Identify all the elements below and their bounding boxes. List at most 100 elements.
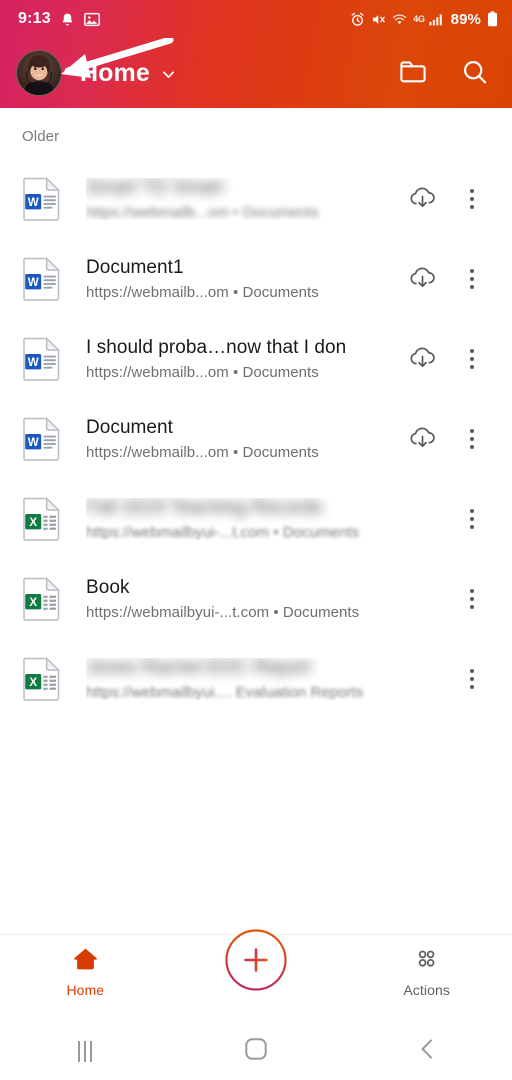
android-navigation-bar	[0, 1022, 512, 1080]
more-options-button[interactable]	[450, 497, 494, 541]
more-vertical-icon	[470, 509, 474, 529]
alarm-bell-icon	[60, 12, 75, 27]
bottom-navigation: Home Actions	[0, 927, 512, 1022]
cloud-download-button[interactable]	[400, 337, 444, 381]
app-bar-actions	[398, 58, 490, 88]
file-text-block: Document1 https://webmailb...om • Documen…	[86, 258, 392, 301]
svg-text:W: W	[28, 196, 39, 209]
word-file-icon: W	[22, 257, 62, 301]
more-options-button[interactable]	[450, 177, 494, 221]
more-vertical-icon	[470, 429, 474, 449]
word-file-icon: W	[22, 177, 62, 221]
nav-label-actions: Actions	[403, 982, 450, 998]
svg-text:X: X	[29, 596, 37, 609]
file-title: Document	[86, 417, 173, 438]
file-row[interactable]: W Document1 https://webmailb...om • Docume…	[0, 239, 512, 319]
cloud-download-button[interactable]	[400, 417, 444, 461]
file-subtitle: https://webmailbyui-...t.com • Documents	[86, 604, 360, 621]
more-vertical-icon	[470, 189, 474, 209]
more-options-button[interactable]	[450, 417, 494, 461]
nav-item-actions[interactable]: Actions	[341, 947, 512, 998]
cloud-download-icon	[409, 186, 436, 213]
home-icon	[73, 947, 98, 975]
folder-button[interactable]	[398, 58, 428, 88]
battery-percent-label: 89%	[450, 10, 481, 28]
back-icon	[417, 1038, 437, 1065]
more-vertical-icon	[470, 589, 474, 609]
row-actions	[400, 577, 494, 621]
row-actions	[400, 657, 494, 701]
page-title: Home	[80, 58, 150, 87]
cloud-download-button[interactable]	[400, 177, 444, 221]
mute-icon	[371, 12, 386, 27]
file-subtitle: https://webmailb...om • Documents	[86, 204, 319, 221]
file-subtitle: https://webmailb...om • Documents	[86, 364, 319, 381]
svg-text:X: X	[29, 676, 37, 689]
row-actions	[400, 497, 494, 541]
section-header-older: Older	[22, 128, 60, 145]
more-options-button[interactable]	[450, 657, 494, 701]
status-bar: 9:13 4G 89%	[0, 0, 512, 38]
cloud-download-icon	[409, 426, 436, 453]
file-row[interactable]: W I should proba…now that I don https://we…	[0, 319, 512, 399]
word-file-icon: W	[22, 417, 62, 461]
file-text-block: Document https://webmailb...om • Document…	[86, 418, 392, 461]
row-actions	[400, 337, 494, 381]
file-subtitle: https://webmailbyui-...t.com • Documents	[86, 524, 360, 541]
cloud-action-placeholder	[400, 577, 444, 621]
search-icon	[461, 58, 489, 89]
excel-file-icon: X	[22, 577, 62, 621]
file-text-block: Jones Rachel EOC Report https://webmailby…	[86, 658, 392, 701]
more-options-button[interactable]	[450, 337, 494, 381]
cloud-download-icon	[409, 266, 436, 293]
file-list-area: Older W Smart TD Smart https://webmailb...…	[0, 108, 512, 934]
file-row[interactable]: W Smart TD Smart https://webmailb...om • D…	[0, 159, 512, 239]
avatar[interactable]	[16, 50, 62, 96]
status-bar-left: 9:13	[18, 10, 100, 28]
file-text-block: Book https://webmailbyui-...t.com • Docum…	[86, 578, 392, 621]
more-vertical-icon	[470, 269, 474, 289]
more-options-button[interactable]	[450, 257, 494, 301]
plus-icon	[223, 927, 289, 993]
cloud-action-placeholder	[400, 657, 444, 701]
android-home-button[interactable]	[171, 1037, 342, 1065]
word-file-icon: W	[22, 337, 62, 381]
file-title: Document1	[86, 257, 184, 278]
row-actions	[400, 177, 494, 221]
cloud-action-placeholder	[400, 497, 444, 541]
file-title: Book	[86, 577, 130, 598]
cloud-download-button[interactable]	[400, 257, 444, 301]
file-title: Smart TD Smart	[86, 177, 224, 198]
svg-text:X: X	[29, 516, 37, 529]
recents-icon	[78, 1040, 93, 1062]
file-text-block: Fall 2019 Teaching Records https://webmai…	[86, 498, 392, 541]
wifi-icon	[392, 12, 407, 27]
status-bar-right: 4G 89%	[350, 11, 498, 28]
alarm-clock-icon	[350, 12, 365, 27]
file-row[interactable]: X Fall 2019 Teaching Records https://webma…	[0, 479, 512, 559]
more-vertical-icon	[470, 669, 474, 689]
search-button[interactable]	[460, 58, 490, 88]
folder-icon	[399, 59, 427, 88]
nav-item-home[interactable]: Home	[0, 947, 171, 998]
android-home-icon	[245, 1037, 267, 1065]
file-row[interactable]: X Book https://webmailbyui-...t.com • Docu…	[0, 559, 512, 639]
app-screen: 9:13 4G 89% Home Older W Smart TD Smart …	[0, 0, 512, 1080]
more-options-button[interactable]	[450, 577, 494, 621]
chevron-down-icon	[160, 63, 177, 83]
file-subtitle: https://webmailb...om • Documents	[86, 284, 319, 301]
file-row[interactable]: X Jones Rachel EOC Report https://webmailb…	[0, 639, 512, 719]
back-button[interactable]	[341, 1038, 512, 1065]
home-dropdown-button[interactable]: Home	[80, 59, 177, 88]
network-type-label: 4G	[413, 13, 425, 24]
excel-file-icon: X	[22, 497, 62, 541]
create-button[interactable]	[223, 927, 289, 993]
file-title: Fall 2019 Teaching Records	[86, 497, 323, 518]
app-bar: Home	[0, 38, 512, 108]
recents-button[interactable]	[0, 1040, 171, 1062]
file-subtitle: https://webmailb...om • Documents	[86, 444, 319, 461]
svg-text:W: W	[28, 276, 39, 289]
file-list: W Smart TD Smart https://webmailb...om • D…	[0, 159, 512, 719]
file-row[interactable]: W Document https://webmailb...om • Documen…	[0, 399, 512, 479]
grid-dots-icon	[414, 947, 439, 975]
